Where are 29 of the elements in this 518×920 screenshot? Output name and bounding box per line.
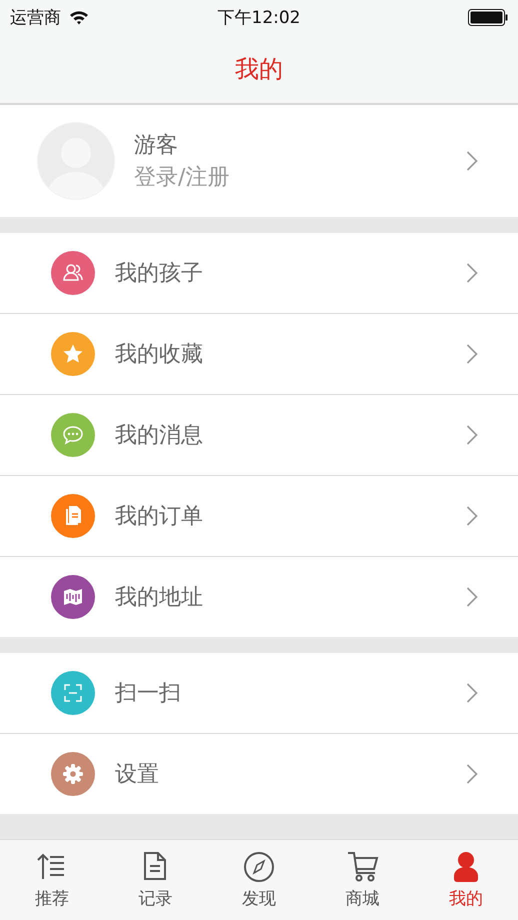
chevron-icon [466, 587, 478, 607]
chevron-icon [466, 764, 478, 784]
menu-item[interactable]: 我的地址 [0, 557, 518, 637]
menu-item[interactable]: 我的订单 [0, 476, 518, 557]
cart-icon [346, 850, 379, 882]
status-time: 下午12:02 [216, 6, 302, 28]
profile-row[interactable]: 游客 登录/注册 [0, 105, 518, 217]
tab-button[interactable]: 商城 [310, 840, 414, 920]
tab-button[interactable]: 推荐 [0, 840, 104, 920]
carrier-label: 运营商 [10, 6, 61, 28]
wifi-icon [69, 10, 89, 24]
menu-item[interactable]: 设置 [0, 734, 518, 814]
chevron-icon [466, 506, 478, 526]
menu-item[interactable]: 我的收藏 [0, 314, 518, 395]
tab-button[interactable]: 记录 [104, 840, 208, 920]
guest-name: 游客 [134, 132, 179, 160]
chevron-icon [466, 425, 478, 445]
chevron-icon [466, 683, 478, 703]
page-title: 我的 [235, 54, 283, 84]
menu-item[interactable]: 我的消息 [0, 395, 518, 476]
compass-icon [242, 850, 275, 882]
tab-button[interactable]: 我的 [414, 840, 518, 920]
tab-button[interactable]: 发现 [207, 840, 311, 920]
chevron-icon [466, 151, 478, 171]
menu-item[interactable]: 扫一扫 [0, 653, 518, 734]
chevron-icon [466, 263, 478, 283]
battery-icon [468, 8, 508, 26]
menu-item[interactable]: 我的孩子 [0, 233, 518, 314]
chevron-icon [466, 344, 478, 364]
